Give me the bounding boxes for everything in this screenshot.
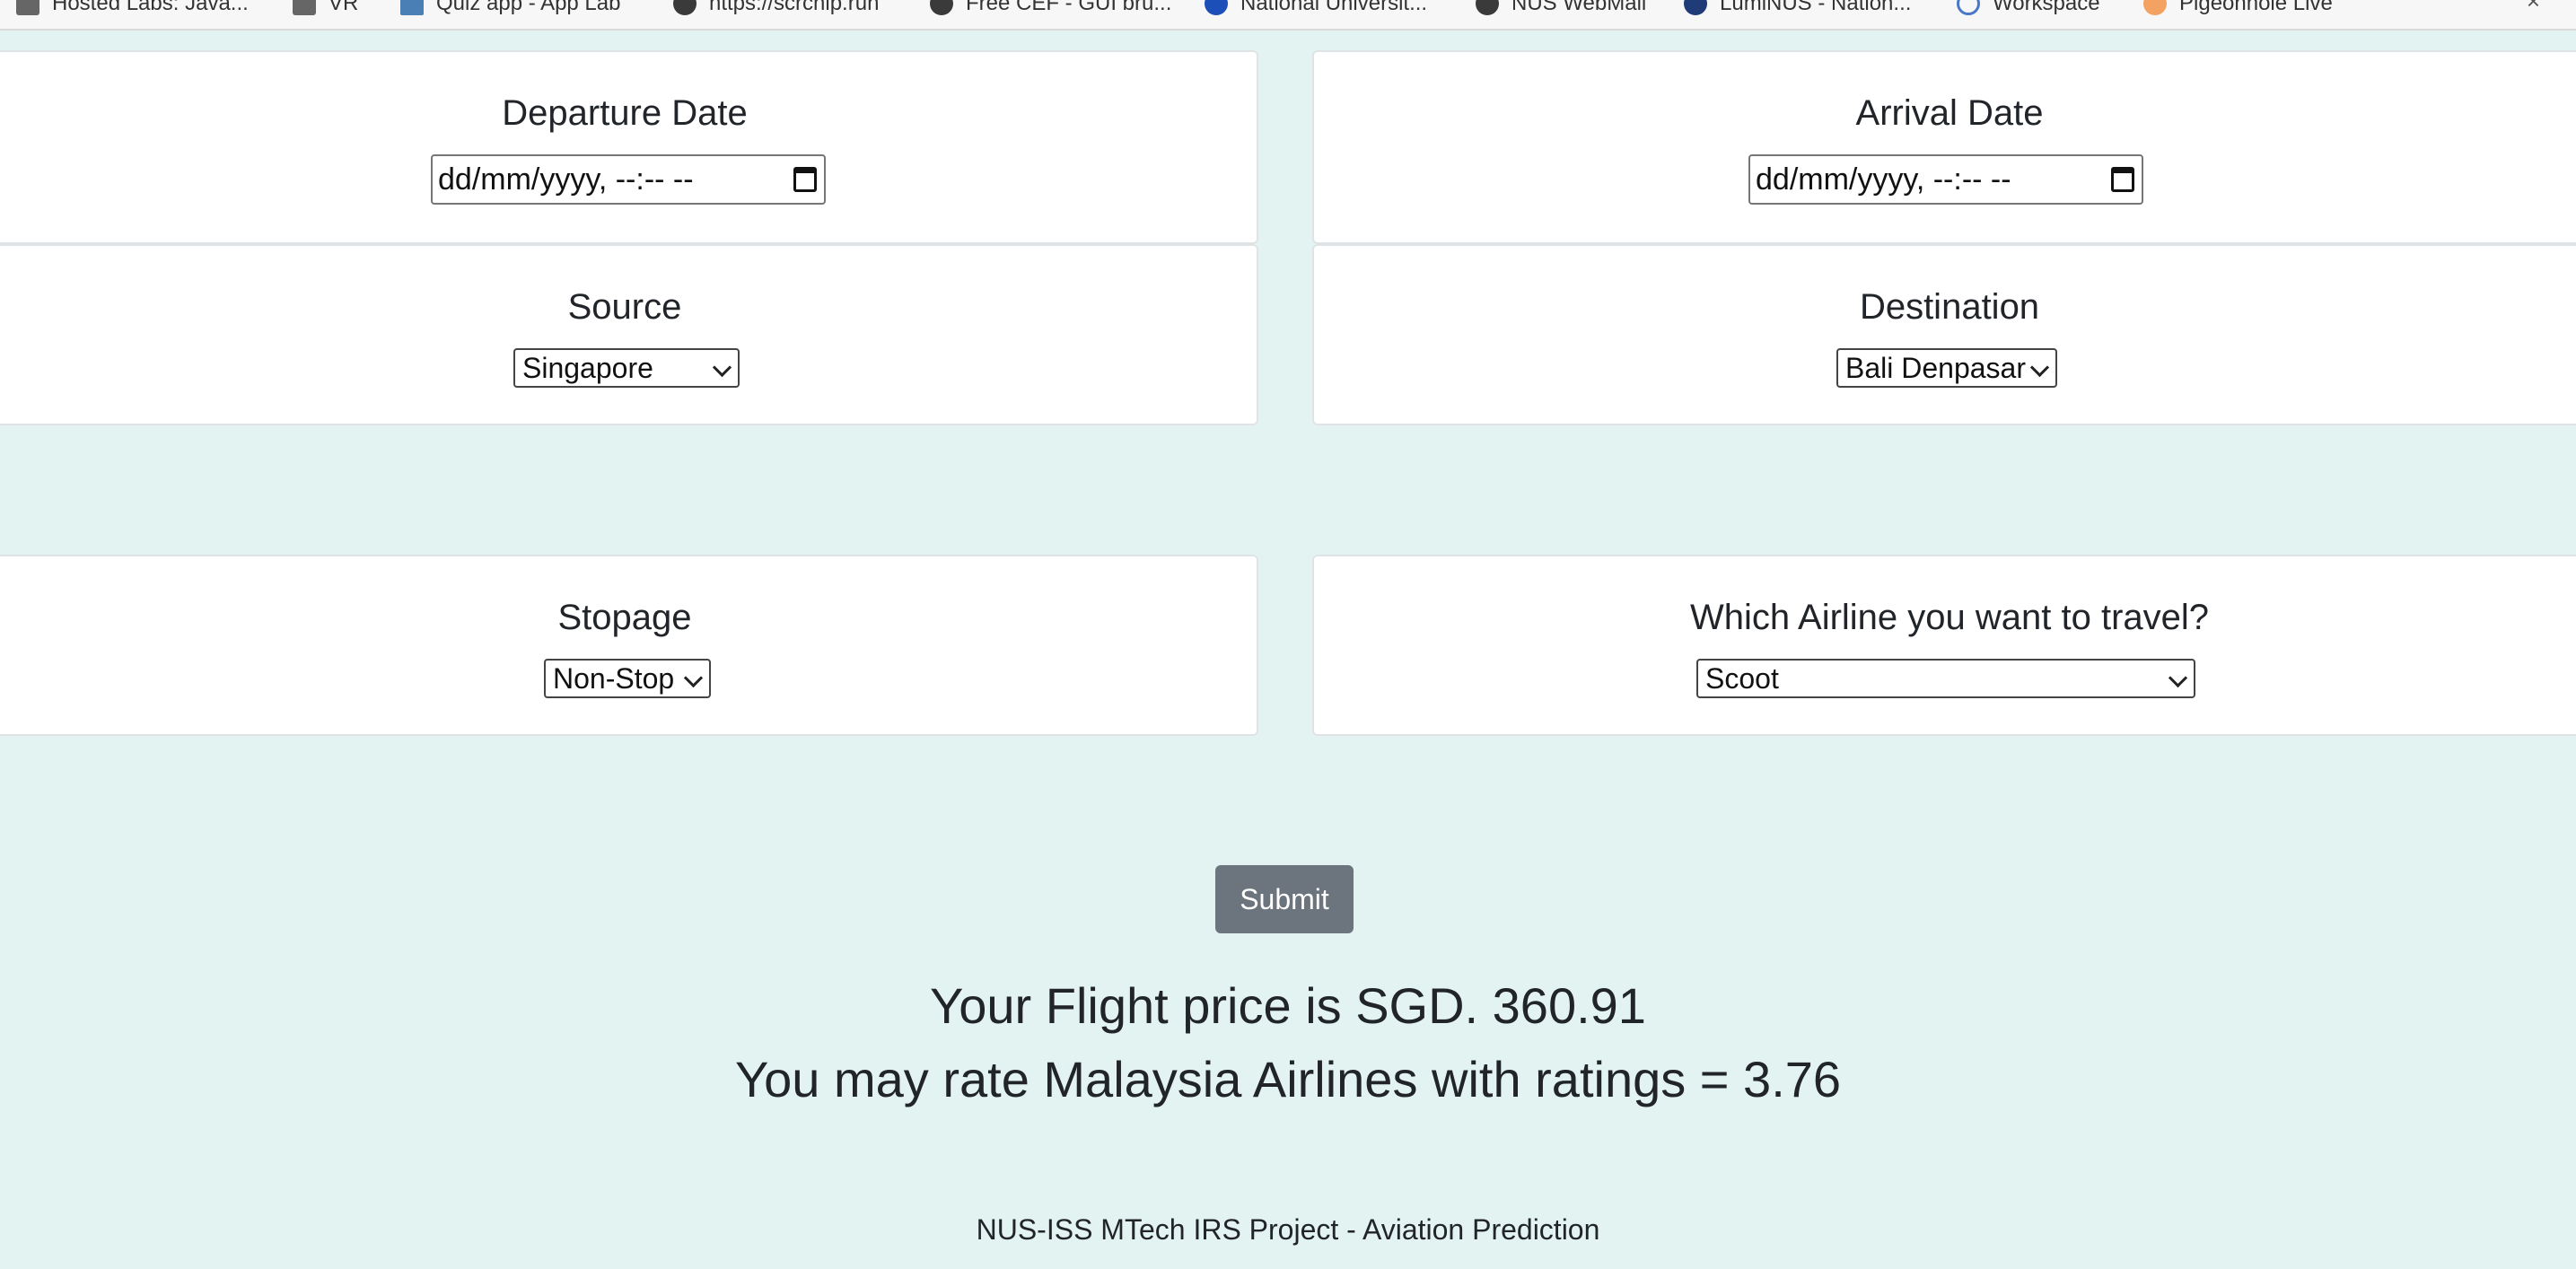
bookmark-label: Quiz app - App Lab	[436, 0, 621, 15]
source-title: Source	[567, 287, 682, 327]
calendar-icon[interactable]	[2111, 167, 2134, 192]
chevron-down-icon	[712, 357, 732, 378]
destination-card: Destination Bali Denpasar	[1312, 244, 2576, 425]
bookmark-label: VR	[329, 0, 359, 15]
bookmark-luminus[interactable]: LumiNUS - Nation...	[1684, 0, 1911, 20]
bookmark-label: NUS WebMail	[1511, 0, 1647, 15]
bookmark-nus[interactable]: National Universit...	[1205, 0, 1427, 20]
nus-icon	[1205, 0, 1228, 15]
bookmark-quiz-app[interactable]: Quiz app - App Lab	[400, 0, 620, 20]
footer: NUS-ISS MTech IRS Project - Aviation Pre…	[976, 1213, 1600, 1246]
arrival-datetime-input[interactable]: dd/mm/yyyy, --:-- --	[1748, 154, 2143, 205]
departure-datetime-input[interactable]: dd/mm/yyyy, --:-- --	[431, 154, 826, 205]
globe-icon	[673, 0, 697, 15]
folder-icon	[293, 0, 316, 15]
chevron-down-icon	[2029, 357, 2050, 378]
chevron-down-icon	[683, 668, 704, 688]
price-result: Your Flight price is SGD. 360.91	[930, 977, 1646, 1034]
arrival-card: Arrival Date dd/mm/yyyy, --:-- --	[1312, 50, 2576, 244]
arrival-datetime-value: dd/mm/yyyy, --:-- --	[1756, 162, 2011, 197]
bookmark-scrchip[interactable]: https://scrchip.run	[673, 0, 879, 20]
stopage-card: Stopage Non-Stop	[0, 555, 1258, 736]
departure-datetime-value: dd/mm/yyyy, --:-- --	[438, 162, 694, 197]
close-icon[interactable]: ×	[2527, 0, 2540, 15]
bookmark-hosted-labs[interactable]: Hosted Labs: Java...	[16, 0, 249, 20]
app-lab-icon	[400, 0, 424, 15]
globe-icon	[1476, 0, 1499, 15]
bookmark-label: Pigeonhole Live	[2179, 0, 2333, 15]
arrival-title: Arrival Date	[1855, 93, 2044, 133]
source-select[interactable]: Singapore	[513, 348, 740, 388]
chevron-down-icon	[2168, 668, 2188, 688]
bookmarks-bar: Hosted Labs: Java... VR Quiz app - App L…	[0, 0, 2576, 31]
logo-icon	[16, 0, 39, 15]
rating-result: You may rate Malaysia Airlines with rati…	[734, 1051, 1842, 1107]
bookmark-label: Hosted Labs: Java...	[52, 0, 249, 15]
bookmark-label: Free CEF - GUI bru...	[966, 0, 1172, 15]
bookmark-vr[interactable]: VR	[293, 0, 358, 20]
bookmark-label: LumiNUS - Nation...	[1720, 0, 1912, 15]
bookmark-free-cef[interactable]: Free CEF - GUI bru...	[930, 0, 1171, 20]
calendar-icon[interactable]	[793, 167, 817, 192]
workspace-icon	[1957, 0, 1980, 15]
stopage-select[interactable]: Non-Stop	[544, 659, 711, 698]
stopage-selected: Non-Stop	[553, 661, 675, 695]
departure-card: Departure Date dd/mm/yyyy, --:-- --	[0, 50, 1258, 244]
bookmark-nus-webmail[interactable]: NUS WebMail	[1476, 0, 1646, 20]
pigeonhole-icon	[2143, 0, 2167, 15]
bookmark-label: Workspace	[1993, 0, 2100, 15]
departure-title: Departure Date	[502, 93, 748, 133]
bookmark-workspace[interactable]: Workspace	[1957, 0, 2100, 20]
luminus-icon	[1684, 0, 1707, 15]
destination-selected: Bali Denpasar	[1845, 351, 2026, 384]
airline-selected: Scoot	[1705, 661, 1779, 695]
globe-icon	[930, 0, 953, 15]
airline-title: Which Airline you want to travel?	[1689, 598, 2210, 637]
stopage-title: Stopage	[557, 598, 692, 637]
source-selected: Singapore	[522, 351, 653, 384]
bookmark-pigeonhole[interactable]: Pigeonhole Live	[2143, 0, 2333, 20]
bookmark-label: National Universit...	[1240, 0, 1428, 15]
destination-title: Destination	[1859, 287, 2040, 327]
airline-select[interactable]: Scoot	[1696, 659, 2195, 698]
destination-select[interactable]: Bali Denpasar	[1836, 348, 2057, 388]
bookmark-label: https://scrchip.run	[709, 0, 880, 15]
submit-button[interactable]: Submit	[1215, 865, 1354, 933]
source-card: Source Singapore	[0, 244, 1258, 425]
airline-card: Which Airline you want to travel? Scoot	[1312, 555, 2576, 736]
